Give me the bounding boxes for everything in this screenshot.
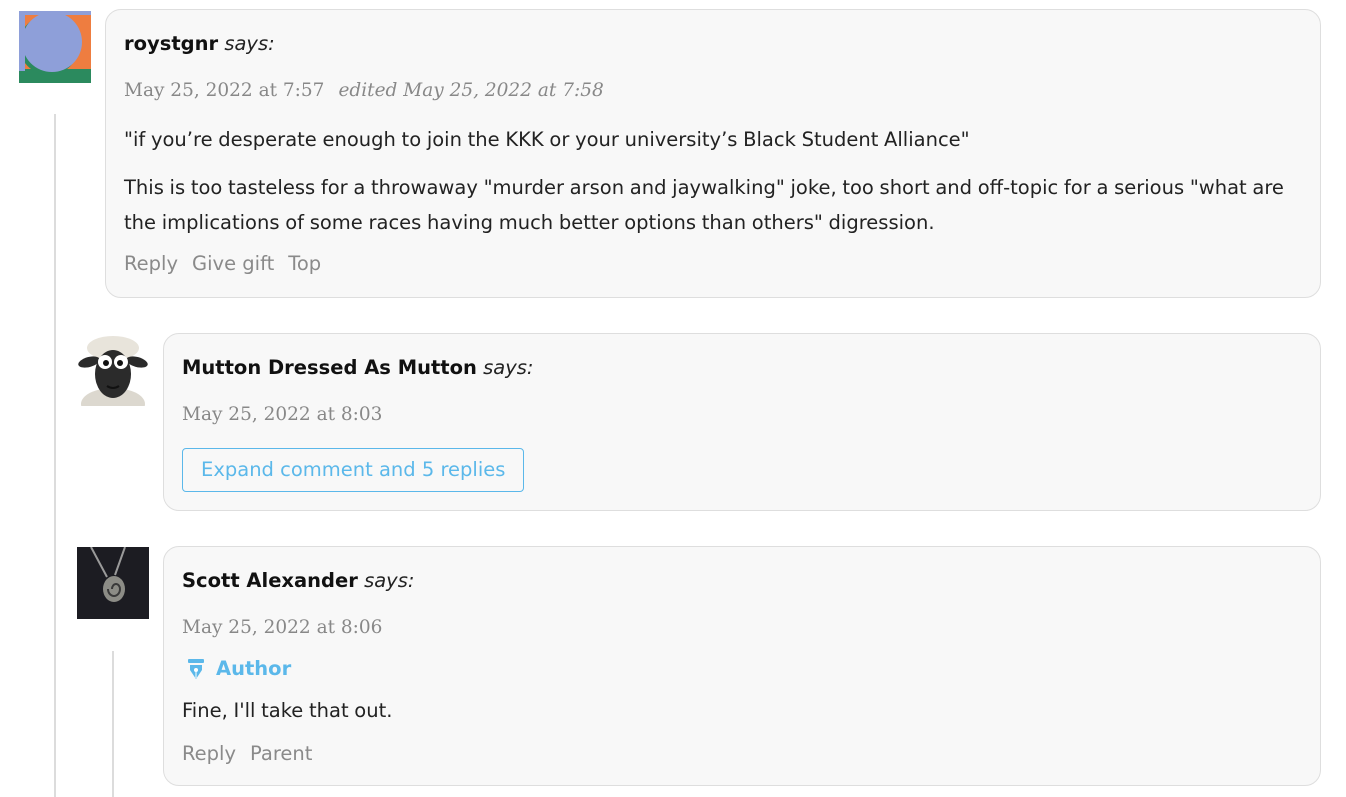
thread-line — [112, 651, 114, 797]
author-badge-label: Author — [216, 657, 292, 680]
author-line: roystgnr says: — [124, 32, 275, 55]
pendant-avatar-icon — [77, 547, 149, 619]
pen-nib-icon — [188, 658, 204, 679]
comment-card: Mutton Dressed As Mutton says: May 25, 2… — [163, 333, 1321, 511]
author-name[interactable]: Scott Alexander — [182, 569, 358, 592]
author-name[interactable]: Mutton Dressed As Mutton — [182, 356, 477, 379]
give-gift-link[interactable]: Give gift — [192, 252, 274, 275]
author-badge: Author — [186, 657, 291, 680]
says-label: says: — [224, 32, 275, 55]
author-name[interactable]: roystgnr — [124, 32, 218, 55]
comment-paragraph: Fine, I'll take that out. — [182, 699, 393, 722]
comment-meta: May 25, 2022 at 7:57 edited May 25, 2022 … — [124, 80, 604, 101]
avatar[interactable] — [19, 11, 91, 83]
expand-comment-button[interactable]: Expand comment and 5 replies — [182, 448, 525, 492]
comment-paragraph: This is too tasteless for a throwaway "m… — [124, 176, 1284, 234]
comment-actions: Reply Give gift Top — [124, 252, 335, 275]
edited-date: edited May 25, 2022 at 7:58 — [338, 80, 604, 101]
comment-card: roystgnr says: May 25, 2022 at 7:57 edite… — [105, 9, 1321, 298]
thread-line — [54, 114, 56, 797]
sheep-avatar-icon — [77, 334, 149, 406]
comment-paragraph: "if you’re desperate enough to join the … — [124, 128, 970, 151]
comment-meta: May 25, 2022 at 8:03 — [182, 404, 382, 425]
says-label: says: — [364, 569, 415, 592]
author-line: Scott Alexander says: — [182, 569, 414, 592]
avatar[interactable] — [77, 334, 149, 406]
comment-date[interactable]: May 25, 2022 at 8:03 — [182, 404, 382, 425]
says-label: says: — [483, 356, 534, 379]
avatar[interactable] — [77, 547, 149, 619]
comment-date[interactable]: May 25, 2022 at 8:06 — [182, 617, 382, 638]
abstract-circle-avatar-icon — [19, 11, 91, 83]
comment-actions: Reply Parent — [182, 742, 326, 765]
comment-meta: May 25, 2022 at 8:06 — [182, 617, 382, 638]
reply-link[interactable]: Reply — [182, 742, 236, 765]
reply-link[interactable]: Reply — [124, 252, 178, 275]
author-line: Mutton Dressed As Mutton says: — [182, 356, 534, 379]
comment-date[interactable]: May 25, 2022 at 7:57 — [124, 80, 324, 101]
parent-link[interactable]: Parent — [250, 742, 312, 765]
top-link[interactable]: Top — [288, 252, 321, 275]
comment-card: Scott Alexander says: May 25, 2022 at 8:… — [163, 546, 1321, 786]
